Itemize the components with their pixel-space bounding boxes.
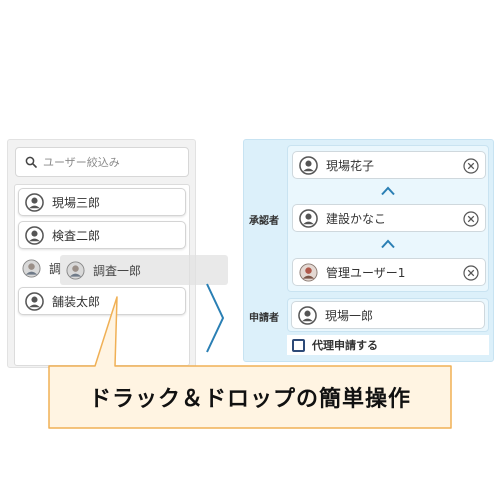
approver-name: 管理ユーザー1 xyxy=(326,265,406,280)
list-item[interactable]: 検査二郎 xyxy=(18,221,186,249)
search-input[interactable] xyxy=(43,155,183,169)
user-avatar-icon xyxy=(25,192,44,212)
user-avatar-icon xyxy=(299,155,318,175)
approval-route-panel: 承認者 現場花子 建設かなこ 管理ユーザー1 申請者 現場一郎 代理申請する xyxy=(243,139,494,362)
remove-icon[interactable] xyxy=(463,211,479,227)
approvers-label: 承認者 xyxy=(249,216,279,227)
approver-chip[interactable]: 建設かなこ xyxy=(292,204,486,232)
user-avatar-icon xyxy=(25,291,44,311)
drag-ghost-item[interactable]: 調査一郎 xyxy=(60,255,228,285)
list-item-dragged-origin: 調 xyxy=(18,254,61,282)
applicant-field[interactable]: 現場一郎 xyxy=(287,298,489,332)
applicant-name: 現場一郎 xyxy=(325,308,374,323)
list-item[interactable]: 舗装太郎 xyxy=(18,287,186,315)
approver-name: 現場花子 xyxy=(326,158,375,173)
applicant-label: 申請者 xyxy=(249,313,279,324)
approver-chip[interactable]: 現場花子 xyxy=(292,151,486,179)
approver-chip[interactable]: 管理ユーザー1 xyxy=(292,258,486,286)
proxy-label: 代理申請する xyxy=(312,339,378,352)
user-photo-avatar-icon xyxy=(299,262,318,282)
search-box[interactable] xyxy=(15,147,189,177)
proxy-application-toggle[interactable]: 代理申請する xyxy=(287,335,489,355)
approvers-drop-zone[interactable]: 現場花子 建設かなこ 管理ユーザー1 xyxy=(287,145,489,292)
chevron-up-icon xyxy=(381,186,395,196)
list-item-label: 現場三郎 xyxy=(52,195,101,210)
proxy-checkbox[interactable] xyxy=(292,338,305,352)
callout-text: ドラック＆ドロップの簡単操作 xyxy=(88,387,411,412)
user-avatar-icon xyxy=(299,208,318,228)
remove-icon[interactable] xyxy=(463,158,479,174)
chevron-right-icon xyxy=(206,283,225,353)
user-avatar-icon xyxy=(298,305,317,325)
chevron-up-icon xyxy=(381,239,395,249)
applicant-chip[interactable]: 現場一郎 xyxy=(291,301,485,329)
list-item-label: 検査二郎 xyxy=(52,228,101,243)
user-avatar-icon xyxy=(25,225,44,245)
user-photo-avatar-icon xyxy=(22,258,41,278)
list-item[interactable]: 現場三郎 xyxy=(18,188,186,216)
search-icon xyxy=(25,156,37,168)
list-item-label: 舗装太郎 xyxy=(52,294,101,309)
user-picker-panel: 現場三郎 検査二郎 調 舗装太郎 xyxy=(7,139,196,368)
remove-icon[interactable] xyxy=(463,265,479,281)
user-photo-avatar-icon xyxy=(66,260,85,280)
approver-name: 建設かなこ xyxy=(326,211,387,226)
drag-ghost-label: 調査一郎 xyxy=(93,263,142,278)
